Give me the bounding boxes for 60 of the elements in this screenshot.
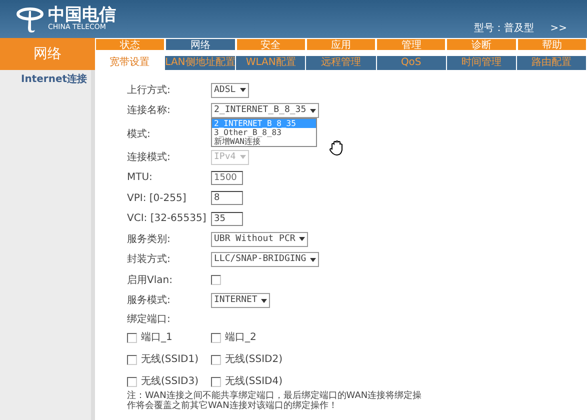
nav-tab[interactable]: 安全 [236, 38, 306, 51]
checkbox-label: 端口_2 [225, 330, 256, 345]
checkbox[interactable] [211, 354, 221, 364]
telecom-logo-icon [16, 5, 44, 33]
checkbox[interactable] [127, 376, 137, 386]
dropdown-option[interactable]: 2_INTERNET_B_8_35 [212, 119, 316, 128]
checkbox[interactable] [211, 332, 221, 342]
dropdown[interactable]: UBR Without PCR [211, 232, 308, 247]
nav-tab[interactable]: 诊断 [446, 38, 517, 51]
nav-tab[interactable]: 应用 [306, 38, 376, 51]
sub-tab[interactable]: LAN侧地址配置 [165, 56, 236, 70]
hand-cursor-icon [329, 140, 345, 156]
field-label: VPI: [0-255] [127, 192, 188, 206]
field-label: VCI: [32-65535] [127, 212, 208, 226]
input-field[interactable]: 35 [211, 212, 243, 226]
dropdown-option[interactable]: 3_Other_B_8_83 [212, 128, 316, 138]
nav-tab[interactable]: 状态 [95, 38, 166, 51]
field-label: 连接名称: [127, 104, 172, 118]
field-label: MTU: [127, 171, 154, 186]
dropdown[interactable]: LLC/SNAP-BRIDGING [211, 252, 320, 268]
note-text: 注：WAN连接之间不能共享绑定端口，最后绑定端口的WAN连接将绑定操作将会覆盖之前其它WAN连接对该端口的绑定操作！ [127, 391, 423, 411]
field-label: 连接模式: [127, 150, 172, 165]
checkbox-label: 无线(SSID1) [141, 352, 199, 367]
nav-tab[interactable]: 网络 [165, 38, 236, 51]
checkbox[interactable] [127, 332, 137, 342]
sidebar-item[interactable]: Internet连接 [0, 70, 91, 89]
dropdown[interactable]: INTERNET [211, 293, 270, 308]
checkbox-label: 无线(SSID4) [225, 374, 283, 389]
checkbox-label: 无线(SSID3) [141, 374, 199, 389]
logo-text: 中国电信 [48, 7, 116, 24]
nav-tab[interactable]: 管理 [376, 38, 446, 51]
field-label: 封装方式: [127, 252, 172, 268]
caret-icon [261, 298, 268, 303]
field-label: 启用Vlan: [127, 274, 174, 288]
caret-icon [299, 237, 306, 242]
field-label: 模式: [127, 128, 152, 142]
sub-tab[interactable]: WLAN配置 [236, 56, 306, 70]
field-label: 绑定端口: [127, 312, 172, 327]
caret-icon [240, 155, 246, 160]
checkbox-label: 无线(SSID2) [225, 352, 283, 367]
checkbox-label: 端口_1 [141, 330, 172, 345]
sub-tab[interactable]: 路由配置 [516, 56, 587, 70]
caret-icon [310, 108, 316, 113]
dropdown[interactable]: ADSL [211, 82, 249, 98]
field-label: 服务类别: [127, 232, 172, 247]
field-label: 上行方式: [127, 84, 172, 98]
sub-tab[interactable]: 远程管理 [306, 56, 377, 70]
dropdown-option[interactable]: 新增WAN连接 [212, 137, 316, 146]
more-link[interactable]: >> [550, 21, 567, 36]
caret-icon [240, 88, 246, 92]
sub-tab[interactable]: QoS [376, 56, 447, 70]
sub-tab[interactable]: 时间管理 [446, 56, 517, 70]
model-label: 型号：普及型 [474, 22, 534, 36]
nav-tab[interactable]: 帮助 [516, 38, 587, 51]
checkbox[interactable] [211, 376, 221, 386]
checkbox[interactable] [211, 275, 221, 286]
field-label: 服务模式: [127, 294, 172, 308]
caret-icon [310, 258, 316, 262]
input-field[interactable]: 8 [211, 191, 243, 206]
checkbox[interactable] [127, 354, 137, 364]
